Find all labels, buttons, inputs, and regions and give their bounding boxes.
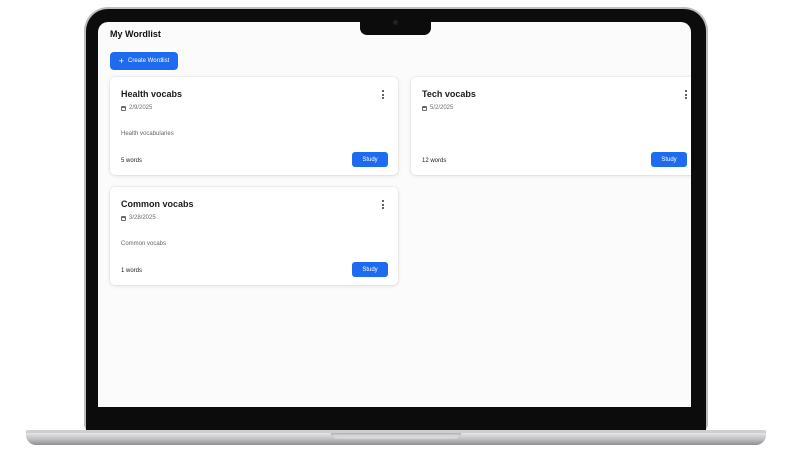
camera-notch bbox=[360, 20, 431, 35]
more-vertical-icon[interactable] bbox=[684, 90, 687, 99]
wordlist-description: Health vocabularies bbox=[121, 131, 174, 137]
wordlist-date-text: 3/28/2025 bbox=[129, 215, 156, 221]
app-screen: My Wordlist + Create Wordlist Health voc… bbox=[98, 22, 691, 407]
study-button[interactable]: Study bbox=[352, 262, 388, 277]
more-vertical-icon[interactable] bbox=[381, 90, 384, 99]
wordlist-date: 2/9/2025 bbox=[121, 105, 152, 111]
wordlist-date: 3/28/2025 bbox=[121, 215, 156, 221]
create-wordlist-label: Create Wordlist bbox=[128, 58, 170, 64]
page-title: My Wordlist bbox=[110, 29, 161, 39]
wordlist-description: Common vocabs bbox=[121, 241, 167, 247]
create-wordlist-button[interactable]: + Create Wordlist bbox=[110, 52, 178, 70]
wordlist-title: Common vocabs bbox=[121, 199, 194, 209]
calendar-icon bbox=[121, 105, 126, 111]
wordlist-title: Tech vocabs bbox=[422, 89, 476, 99]
wordlist-date: 5/2/2025 bbox=[422, 105, 453, 111]
wordlist-date-text: 2/9/2025 bbox=[129, 105, 153, 111]
study-button[interactable]: Study bbox=[651, 152, 687, 167]
more-vertical-icon[interactable] bbox=[381, 200, 384, 209]
laptop-chin bbox=[86, 407, 706, 430]
wordlist-card[interactable]: Tech vocabs 5/2/2025 12 words Study bbox=[411, 77, 691, 175]
laptop-thumb-notch bbox=[331, 433, 461, 439]
word-count: 1 words bbox=[121, 268, 143, 274]
wordlist-date-text: 5/2/2025 bbox=[430, 105, 454, 111]
study-button[interactable]: Study bbox=[352, 152, 388, 167]
wordlist-card[interactable]: Health vocabs 2/9/2025 Health vocabulari… bbox=[110, 77, 398, 175]
calendar-icon bbox=[422, 105, 427, 111]
laptop-mockup: My Wordlist + Create Wordlist Health voc… bbox=[0, 0, 800, 450]
plus-icon: + bbox=[118, 55, 124, 66]
calendar-icon bbox=[121, 215, 126, 221]
word-count: 12 words bbox=[422, 158, 447, 164]
wordlist-card[interactable]: Common vocabs 3/28/2025 Common vocabs 1 … bbox=[110, 187, 398, 285]
word-count: 5 words bbox=[121, 158, 143, 164]
camera-icon bbox=[393, 20, 398, 25]
wordlist-title: Health vocabs bbox=[121, 89, 183, 99]
